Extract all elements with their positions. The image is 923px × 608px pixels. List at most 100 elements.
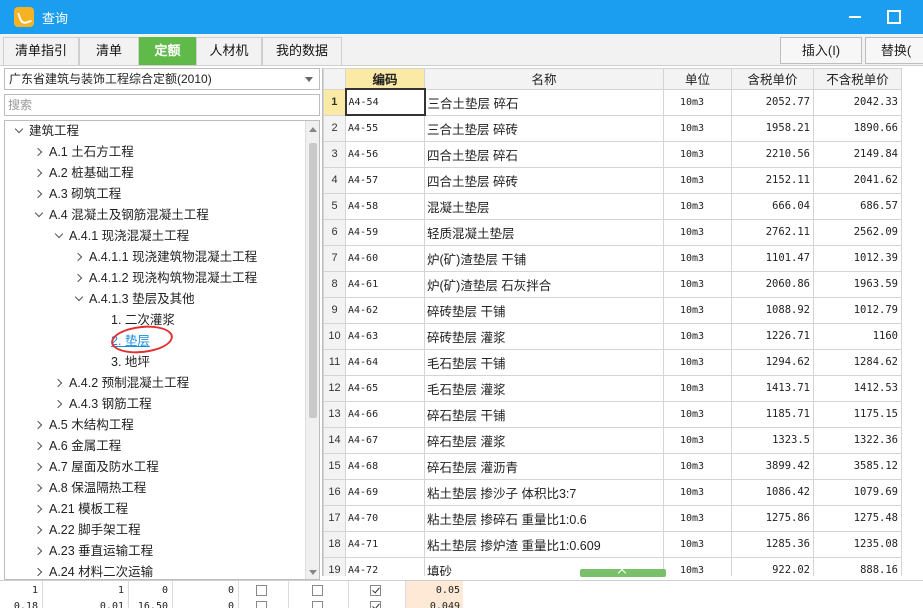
tree-item[interactable]: A.1 土石方工程 — [5, 142, 305, 163]
quota-name-cell[interactable]: 轻质混凝土垫层 — [424, 218, 664, 246]
option-checkbox[interactable] — [256, 601, 267, 608]
quota-code-cell[interactable]: A4-68 — [345, 452, 425, 480]
chevron-right-icon[interactable] — [33, 462, 43, 472]
tab-quota[interactable]: 定额 — [139, 37, 196, 65]
tax-price-cell[interactable]: 2762.11 — [731, 218, 814, 246]
quota-unit-cell[interactable]: 10m3 — [663, 88, 732, 116]
quota-name-cell[interactable]: 四合土垫层 碎石 — [424, 140, 664, 168]
quota-name-cell[interactable]: 碎砖垫层 干铺 — [424, 296, 664, 324]
quota-code-cell[interactable]: A4-55 — [345, 114, 425, 142]
no-tax-price-cell[interactable]: 2149.84 — [813, 140, 902, 168]
table-row[interactable]: 16 A4-69 粘土垫层 掺沙子 体积比3:7 10m3 1086.42 1079.69 — [323, 478, 902, 506]
tree-item[interactable]: A.3 砌筑工程 — [5, 184, 305, 205]
tax-price-cell[interactable]: 1101.47 — [731, 244, 814, 272]
no-tax-price-cell[interactable]: 1235.08 — [813, 530, 902, 558]
no-tax-price-cell[interactable]: 1160 — [813, 322, 902, 350]
tax-price-cell[interactable]: 2152.11 — [731, 166, 814, 194]
no-tax-price-cell[interactable]: 1275.48 — [813, 504, 902, 532]
table-row[interactable]: 1 A4-54 三合土垫层 碎石 10m3 2052.77 2042.33 — [323, 88, 902, 116]
quota-code-cell[interactable]: A4-59 — [345, 218, 425, 246]
tree-item[interactable]: A.4.1.2 现浇构筑物混凝土工程 — [5, 268, 305, 289]
quota-unit-cell[interactable]: 10m3 — [663, 296, 732, 324]
tax-price-cell[interactable]: 1323.5 — [731, 426, 814, 454]
no-tax-price-cell[interactable]: 2042.33 — [813, 88, 902, 116]
tree-item[interactable]: A.2 桩基础工程 — [5, 163, 305, 184]
tax-price-cell[interactable]: 3899.42 — [731, 452, 814, 480]
no-tax-price-cell[interactable]: 1175.15 — [813, 400, 902, 428]
quota-code-cell[interactable]: A4-54 — [344, 88, 426, 116]
chevron-right-icon[interactable] — [53, 399, 63, 409]
chevron-down-icon[interactable] — [305, 77, 313, 82]
chevron-down-icon[interactable] — [34, 208, 44, 218]
tax-price-cell[interactable]: 2052.77 — [731, 88, 814, 116]
tree-item[interactable]: A.24 材料二次运输 — [5, 562, 305, 579]
quota-code-cell[interactable]: A4-72 — [345, 556, 425, 576]
tax-price-cell[interactable]: 2210.56 — [731, 140, 814, 168]
option-checkbox-checked[interactable] — [370, 601, 381, 608]
chevron-right-icon[interactable] — [33, 483, 43, 493]
quota-name-cell[interactable]: 碎石垫层 灌浆 — [424, 426, 664, 454]
scrollbar-thumb[interactable] — [309, 143, 317, 418]
no-tax-price-cell[interactable]: 1079.69 — [813, 478, 902, 506]
chevron-right-icon[interactable] — [33, 504, 43, 514]
quota-code-cell[interactable]: A4-61 — [345, 270, 425, 298]
chevron-right-icon[interactable] — [33, 546, 43, 556]
quota-name-cell[interactable]: 粘土垫层 掺沙子 体积比3:7 — [424, 478, 664, 506]
table-row[interactable]: 11 A4-64 毛石垫层 干铺 10m3 1294.62 1284.62 — [323, 348, 902, 376]
quota-code-cell[interactable]: A4-56 — [345, 140, 425, 168]
quota-name-cell[interactable]: 混凝土垫层 — [424, 192, 664, 220]
quota-name-cell[interactable]: 粘土垫层 掺炉渣 重量比1:0.609 — [424, 530, 664, 558]
quota-unit-cell[interactable]: 10m3 — [663, 140, 732, 168]
chevron-down-icon[interactable] — [54, 229, 64, 239]
option-checkbox[interactable] — [256, 585, 267, 596]
quota-unit-cell[interactable]: 10m3 — [663, 452, 732, 480]
table-row[interactable]: 5 A4-58 混凝土垫层 10m3 666.04 686.57 — [323, 192, 902, 220]
quota-unit-cell[interactable]: 10m3 — [663, 114, 732, 142]
tax-price-cell[interactable]: 1413.71 — [731, 374, 814, 402]
chevron-right-icon[interactable] — [33, 420, 43, 430]
quota-name-cell[interactable]: 毛石垫层 灌浆 — [424, 374, 664, 402]
replace-button[interactable]: 替换( — [865, 37, 923, 64]
insert-button[interactable]: 插入(I) — [780, 37, 862, 64]
quota-name-cell[interactable]: 毛石垫层 干铺 — [424, 348, 664, 376]
quota-code-cell[interactable]: A4-58 — [345, 192, 425, 220]
table-row[interactable]: 13 A4-66 碎石垫层 干铺 10m3 1185.71 1175.15 — [323, 400, 902, 428]
chevron-right-icon[interactable] — [73, 252, 83, 262]
quota-code-cell[interactable]: A4-66 — [345, 400, 425, 428]
tab-bill[interactable]: 清单 — [79, 37, 139, 65]
tax-price-cell[interactable]: 1294.62 — [731, 348, 814, 376]
chevron-right-icon[interactable] — [53, 378, 63, 388]
tree-scrollbar[interactable] — [305, 121, 319, 579]
chevron-right-icon[interactable] — [33, 441, 43, 451]
scroll-down-icon[interactable] — [309, 570, 317, 575]
tab-my-data[interactable]: 我的数据 — [262, 37, 342, 65]
quota-name-cell[interactable]: 四合土垫层 碎砖 — [424, 166, 664, 194]
option-checkbox[interactable] — [312, 601, 323, 608]
unit-column-header[interactable]: 单位 — [663, 68, 732, 90]
tax-price-cell[interactable]: 1226.71 — [731, 322, 814, 350]
tree-item[interactable]: 建筑工程 — [5, 121, 305, 142]
quota-name-cell[interactable]: 三合土垫层 碎砖 — [424, 114, 664, 142]
quota-name-cell[interactable]: 碎砖垫层 灌浆 — [424, 322, 664, 350]
no-tax-price-cell[interactable]: 1012.79 — [813, 296, 902, 324]
option-checkbox[interactable] — [312, 585, 323, 596]
quota-unit-cell[interactable]: 10m3 — [663, 478, 732, 506]
table-row[interactable]: 4 A4-57 四合土垫层 碎砖 10m3 2152.11 2041.62 — [323, 166, 902, 194]
tree-item[interactable]: A.4.1.1 现浇建筑物混凝土工程 — [5, 247, 305, 268]
quota-code-cell[interactable]: A4-62 — [345, 296, 425, 324]
quota-code-cell[interactable]: A4-64 — [345, 348, 425, 376]
quota-name-cell[interactable]: 碎石垫层 干铺 — [424, 400, 664, 428]
tax-price-cell[interactable]: 1285.36 — [731, 530, 814, 558]
table-row[interactable]: 3 A4-56 四合土垫层 碎石 10m3 2210.56 2149.84 — [323, 140, 902, 168]
chevron-right-icon[interactable] — [33, 189, 43, 199]
search-input[interactable] — [4, 94, 320, 116]
table-row[interactable]: 15 A4-68 碎石垫层 灌沥青 10m3 3899.42 3585.12 — [323, 452, 902, 480]
quota-code-cell[interactable]: A4-70 — [345, 504, 425, 532]
table-row[interactable]: 12 A4-65 毛石垫层 灌浆 10m3 1413.71 1412.53 — [323, 374, 902, 402]
table-row[interactable]: 7 A4-60 炉(矿)渣垫层 干铺 10m3 1101.47 1012.39 — [323, 244, 902, 272]
maximize-icon[interactable] — [885, 8, 901, 24]
tax-price-cell[interactable]: 922.02 — [731, 556, 814, 576]
tax-price-cell[interactable]: 1088.92 — [731, 296, 814, 324]
tree-item[interactable]: A.23 垂直运输工程 — [5, 541, 305, 562]
table-row[interactable]: 9 A4-62 碎砖垫层 干铺 10m3 1088.92 1012.79 — [323, 296, 902, 324]
